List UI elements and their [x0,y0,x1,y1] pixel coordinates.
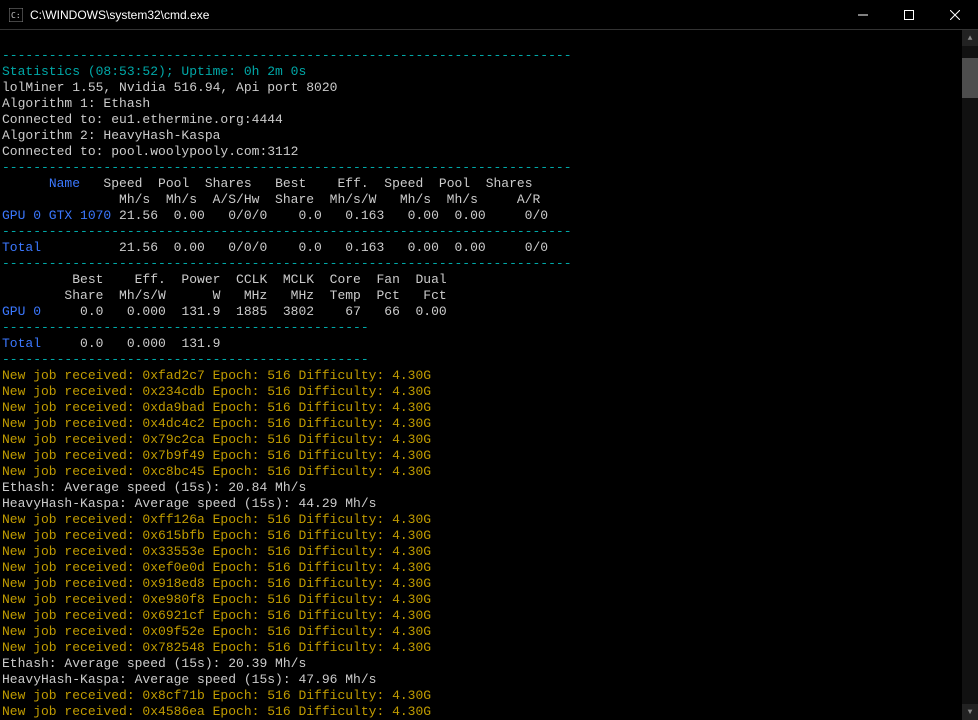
total-row1: 21.56 0.00 0/0/0 0.0 0.163 0.00 0.00 0/0 [41,240,548,255]
job-line: New job received: 0x79c2ca Epoch: 516 Di… [2,432,431,447]
total-label: Total [2,336,41,351]
col-name: Name [49,176,80,191]
conn2-line: Connected to: pool.woolypooly.com:3112 [2,144,298,159]
job-line: New job received: 0x615bfb Epoch: 516 Di… [2,528,431,543]
job-line: New job received: 0xc8bc45 Epoch: 516 Di… [2,464,431,479]
separator: ----------------------------------------… [2,160,572,175]
miner-line: lolMiner 1.55, Nvidia 516.94, Api port 8… [2,80,337,95]
total-row2: 0.0 0.000 131.9 [41,336,220,351]
algo2-line: Algorithm 2: HeavyHash-Kaspa [2,128,220,143]
scrollbar-thumb[interactable] [962,58,978,98]
job-line: New job received: 0x6921cf Epoch: 516 Di… [2,608,431,623]
cmd-icon: C: [8,7,24,23]
terminal-content[interactable]: ----------------------------------------… [0,30,978,720]
job-line: New job received: 0x918ed8 Epoch: 516 Di… [2,576,431,591]
job-line: New job received: 0xda9bad Epoch: 516 Di… [2,400,431,415]
gpu0-row: 21.56 0.00 0/0/0 0.0 0.163 0.00 0.00 0/0 [111,208,548,223]
separator-short: ----------------------------------------… [2,320,369,335]
gpu0-label2: GPU 0 [2,304,41,319]
algo1-line: Algorithm 1: Ethash [2,96,150,111]
stats-line: Statistics (08:53:52); Uptime: 0h 2m 0s [2,64,306,79]
scroll-down-arrow[interactable]: ▼ [962,704,978,720]
svg-text:C:: C: [11,11,21,20]
job-line: New job received: 0x8cf71b Epoch: 516 Di… [2,688,431,703]
maximize-button[interactable] [886,0,932,29]
conn1-line: Connected to: eu1.ethermine.org:4444 [2,112,283,127]
separator-short: ----------------------------------------… [2,352,369,367]
total-label: Total [2,240,41,255]
minimize-button[interactable] [840,0,886,29]
job-line: New job received: 0x33553e Epoch: 516 Di… [2,544,431,559]
table1-headers: Speed Pool Shares Best Eff. Speed Pool S… [80,176,532,191]
job-line: New job received: 0x782548 Epoch: 516 Di… [2,640,431,655]
gpu0-label: GPU 0 GTX 1070 [2,208,111,223]
separator: ----------------------------------------… [2,256,572,271]
table1-units: Mh/s Mh/s A/S/Hw Share Mh/s/W Mh/s Mh/s … [2,192,540,207]
job-line: New job received: 0x234cdb Epoch: 516 Di… [2,384,431,399]
job-line: New job received: 0x7b9f49 Epoch: 516 Di… [2,448,431,463]
job-line: New job received: 0xef0e0d Epoch: 516 Di… [2,560,431,575]
table2-headers: Best Eff. Power CCLK MCLK Core Fan Dual [2,272,447,287]
job-line: New job received: 0x4dc4c2 Epoch: 516 Di… [2,416,431,431]
separator: ----------------------------------------… [2,224,572,239]
table2-units: Share Mh/s/W W MHz MHz Temp Pct Fct [2,288,447,303]
titlebar: C: C:\WINDOWS\system32\cmd.exe [0,0,978,30]
job-line: New job received: 0x4586ea Epoch: 516 Di… [2,704,431,719]
gpu0-row2: 0.0 0.000 131.9 1885 3802 67 66 0.00 [41,304,447,319]
scrollbar-track[interactable] [962,46,978,704]
window-title: C:\WINDOWS\system32\cmd.exe [30,8,840,22]
job-line: New job received: 0x09f52e Epoch: 516 Di… [2,624,431,639]
heavyhash-speed: HeavyHash-Kaspa: Average speed (15s): 44… [2,496,376,511]
heavyhash-speed: HeavyHash-Kaspa: Average speed (15s): 47… [2,672,376,687]
close-button[interactable] [932,0,978,29]
ethash-speed: Ethash: Average speed (15s): 20.39 Mh/s [2,656,306,671]
job-line: New job received: 0xe980f8 Epoch: 516 Di… [2,592,431,607]
window-controls [840,0,978,29]
scrollbar[interactable]: ▲ ▼ [962,30,978,720]
job-line: New job received: 0xff126a Epoch: 516 Di… [2,512,431,527]
ethash-speed: Ethash: Average speed (15s): 20.84 Mh/s [2,480,306,495]
job-line: New job received: 0xfad2c7 Epoch: 516 Di… [2,368,431,383]
scroll-up-arrow[interactable]: ▲ [962,30,978,46]
separator: ----------------------------------------… [2,48,572,63]
